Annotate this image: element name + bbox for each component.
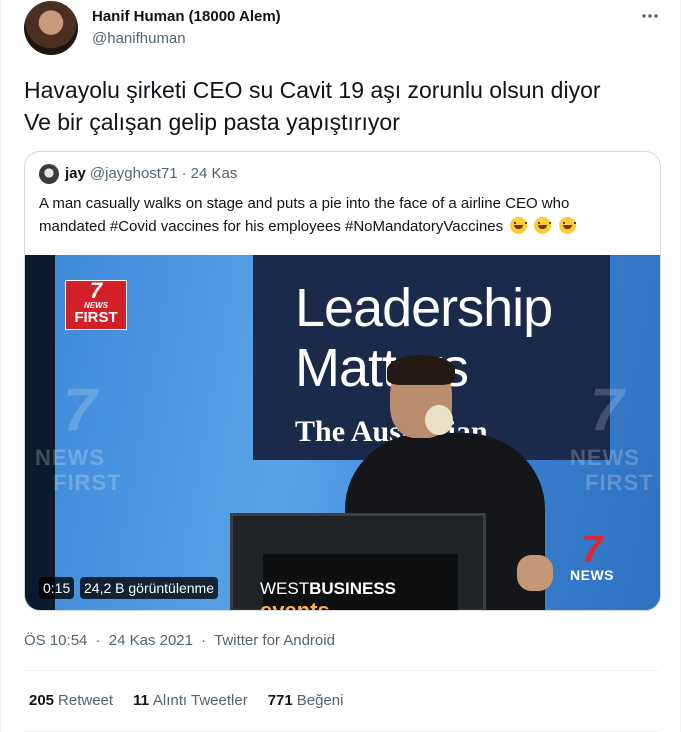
- speaker-hand: [517, 555, 553, 591]
- watermark-7-right: 7: [590, 376, 624, 443]
- tweet-text-line-2: Ve bir çalışan gelip pasta yapıştırıyor: [24, 109, 400, 135]
- watermark-news-left: NEWS: [35, 445, 105, 470]
- author-name[interactable]: Hanif Human (18000 Alem): [92, 7, 281, 27]
- quotes-stat[interactable]: 11 Alıntı Tweetler: [133, 691, 248, 711]
- separator-dot: ·: [181, 165, 187, 182]
- podium-label: WESTBUSINESS: [260, 579, 455, 599]
- likes-label: Beğeni: [296, 692, 344, 709]
- quotes-count: 11: [133, 692, 149, 709]
- more-dots-icon: [642, 14, 658, 18]
- seven-news-label: NEWS: [570, 567, 614, 583]
- quoted-tweet-header: jay @jayghost71 · 24 Kas: [39, 164, 241, 184]
- quotes-label: Alıntı Tweetler: [152, 692, 248, 709]
- more-horizontal-icon[interactable]: [640, 6, 660, 31]
- podium-label-bold: BUSINESS: [309, 579, 397, 598]
- divider-top: [24, 670, 659, 671]
- retweets-count: 205: [29, 692, 55, 709]
- tweet-meta: ÖS 10:54 · 24 Kas 2021 · Twitter for And…: [24, 631, 339, 651]
- quoted-text-line-2-body: mandated #Covid vaccines for his employe…: [39, 218, 504, 235]
- retweets-label: Retweet: [58, 692, 114, 709]
- quoted-author-name[interactable]: jay: [65, 164, 86, 184]
- watermark-7-left: 7: [63, 376, 97, 443]
- video-duration: 0:15: [39, 577, 75, 599]
- tweet-time[interactable]: ÖS 10:54: [24, 632, 87, 649]
- author-avatar[interactable]: [24, 1, 78, 55]
- meta-dot-1: ·: [95, 632, 101, 649]
- speaker-hair: [387, 355, 455, 385]
- author-block[interactable]: Hanif Human (18000 Alem) @hanifhuman: [92, 7, 281, 49]
- tweet-frame: Hanif Human (18000 Alem) @hanifhuman Hav…: [0, 0, 681, 732]
- news-first-first: FIRST: [74, 309, 118, 326]
- podium-label-line2: events: [260, 600, 455, 610]
- quoted-text-line-1: A man casually walks on stage and puts a…: [39, 195, 570, 212]
- tweet-stats: 205 Retweet 11 Alıntı Tweetler 771 Beğeni: [29, 691, 363, 711]
- video-player[interactable]: 7 NEWS FIRST Leadership Matters The Aust…: [25, 255, 660, 610]
- seven-news-7: 7: [581, 529, 603, 571]
- watermark-news-right: NEWS: [570, 445, 640, 470]
- tweet-text: Havayolu şirketi CEO su Cavit 19 aşı zor…: [24, 74, 674, 138]
- likes-count: 771: [267, 692, 293, 709]
- banner-line-1: Leadership: [295, 278, 553, 338]
- grinning-squinting-face-emoji-2: [534, 217, 552, 234]
- meta-dot-2: ·: [201, 632, 207, 649]
- seven-news-logo: 7 NEWS: [570, 529, 614, 583]
- podium-label-prefix: WEST: [260, 579, 310, 598]
- likes-stat[interactable]: 771 Beğeni: [268, 691, 344, 711]
- quoted-text-line-2: mandated #Covid vaccines for his employe…: [39, 215, 649, 238]
- quoted-tweet[interactable]: jay @jayghost71 · 24 Kas A man casually …: [24, 151, 661, 611]
- watermark-first-right: FIRST: [585, 470, 654, 495]
- quoted-author-avatar[interactable]: [39, 164, 59, 184]
- quoted-author-handle[interactable]: @jayghost71: [90, 164, 178, 184]
- news-first-logo: 7 NEWS FIRST: [65, 280, 127, 330]
- pie-splash: [425, 405, 453, 435]
- grinning-squinting-face-emoji-1: [510, 217, 528, 234]
- tweet-date[interactable]: 24 Kas 2021: [109, 632, 193, 649]
- quoted-tweet-date[interactable]: 24 Kas: [191, 164, 238, 184]
- video-view-count: 24,2 B görüntülenme: [80, 577, 218, 599]
- author-handle[interactable]: @hanifhuman: [92, 29, 281, 49]
- retweets-stat[interactable]: 205 Retweet: [29, 691, 113, 711]
- news-first-7: 7: [89, 278, 103, 303]
- watermark-first-left: FIRST: [53, 470, 122, 495]
- stage-edge: [25, 255, 55, 610]
- tweet-source[interactable]: Twitter for Android: [214, 632, 335, 649]
- quoted-tweet-text: A man casually walks on stage and puts a…: [39, 192, 649, 238]
- tweet-text-line-1: Havayolu şirketi CEO su Cavit 19 aşı zor…: [24, 77, 601, 103]
- grinning-squinting-face-emoji-3: [558, 217, 576, 234]
